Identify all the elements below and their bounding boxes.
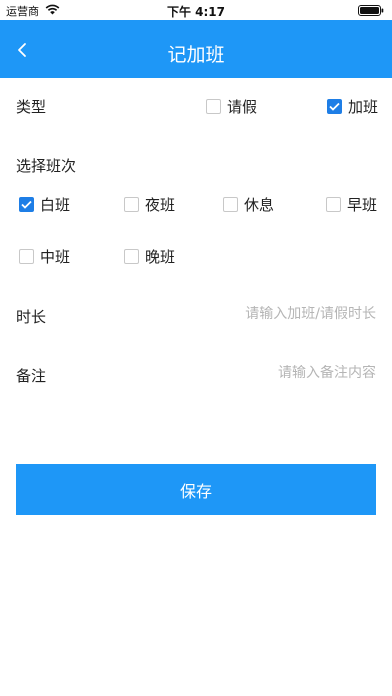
save-button[interactable]: 保存 xyxy=(16,464,376,515)
checkbox-icon xyxy=(223,197,238,212)
type-option-leave[interactable]: 请假 xyxy=(206,96,257,117)
shift-option-label: 白班 xyxy=(40,196,71,214)
type-option-overtime[interactable]: 加班 xyxy=(327,96,378,117)
remark-input[interactable] xyxy=(176,365,376,381)
shift-option-label: 夜班 xyxy=(145,196,176,214)
status-bar: 运营商 下午 4:17 xyxy=(0,0,392,20)
page-title: 记加班 xyxy=(167,44,225,66)
checkbox-icon xyxy=(124,249,139,264)
battery-icon xyxy=(358,5,384,16)
remark-label: 备注 xyxy=(16,367,47,385)
shift-option-rest[interactable]: 休息 xyxy=(223,194,274,215)
shift-option-morning[interactable]: 早班 xyxy=(326,194,377,215)
checkbox-icon xyxy=(19,249,34,264)
type-option-label: 请假 xyxy=(227,98,258,116)
shift-option-night[interactable]: 夜班 xyxy=(124,194,175,215)
duration-input[interactable] xyxy=(176,306,376,322)
shift-option-label: 晚班 xyxy=(145,248,176,266)
checkbox-icon xyxy=(124,197,139,212)
checkbox-icon xyxy=(326,197,341,212)
type-option-label: 加班 xyxy=(348,98,379,116)
nav-bar: 记加班 xyxy=(0,20,392,78)
shift-option-label: 早班 xyxy=(347,196,378,214)
checkbox-checked-icon xyxy=(19,197,34,212)
shift-option-evening[interactable]: 晚班 xyxy=(124,246,175,267)
shift-option-label: 休息 xyxy=(244,196,275,214)
shift-option-day[interactable]: 白班 xyxy=(19,194,70,215)
status-time: 下午 4:17 xyxy=(166,5,226,19)
type-label: 类型 xyxy=(16,98,47,116)
shift-option-label: 中班 xyxy=(40,248,71,266)
shift-section-label: 选择班次 xyxy=(16,157,77,175)
shift-option-middle[interactable]: 中班 xyxy=(19,246,70,267)
duration-label: 时长 xyxy=(16,308,47,326)
checkbox-checked-icon xyxy=(327,99,342,114)
checkbox-icon xyxy=(206,99,221,114)
